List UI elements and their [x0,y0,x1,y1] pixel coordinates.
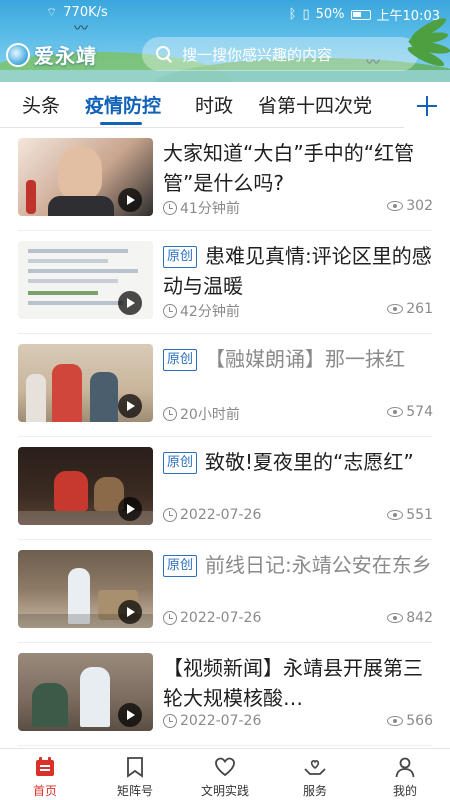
news-item[interactable]: 原创 患难见真情:评论区里的感动与温暖 42分钟前 261 [0,231,450,334]
header-banner: ⌔ 770K/s ᛒ ▯ 50% 上午10:03 〰 〰 爱永靖 搜一搜你感兴趣… [0,0,450,82]
news-thumbnail [18,241,153,319]
banner-water [0,70,450,82]
play-icon [118,703,142,727]
news-meta: 2022-07-26 551 [163,507,433,527]
service-hands-icon [303,755,327,779]
news-title: 【视频新闻】永靖县开展第三轮大规模核酸… [163,656,423,710]
plus-icon [417,96,437,116]
eye-icon [387,510,404,520]
heart-icon [213,755,237,779]
person-icon [393,755,417,779]
news-meta: 41分钟前 302 [163,198,433,218]
news-title: 大家知道“大白”手中的“红管管”是什么吗? [163,141,415,195]
news-title: 原创 前线日记:永靖公安在东乡 [163,550,433,580]
play-icon [118,188,142,212]
news-title: 原创 【融媒朗诵】那一抹红 [163,344,433,374]
nav-label: 服务 [302,784,327,798]
news-item[interactable]: 【视频新闻】永靖县开展第三轮大规模核酸… 2022-07-26 566 [0,643,450,746]
eye-icon [387,304,404,314]
bookmark-icon [123,755,147,779]
play-icon [118,291,142,315]
original-badge: 原创 [163,452,198,474]
active-tab-indicator [100,122,142,125]
eye-icon [387,201,404,211]
view-count: 574 [406,404,433,420]
news-item[interactable]: 大家知道“大白”手中的“红管管”是什么吗? 41分钟前 302 [0,128,450,231]
clock-icon [163,407,177,421]
news-thumbnail [18,138,153,216]
news-meta: 2022-07-26 842 [163,610,433,630]
news-meta: 42分钟前 261 [163,301,433,321]
view-count: 261 [406,301,433,317]
tab-provincial-congress[interactable]: 省第十四次党 [258,91,372,118]
tab-epidemic-control[interactable]: 疫情防控 [85,91,161,118]
play-icon [118,394,142,418]
logo-icon [6,42,30,67]
news-title: 原创 致敬!夏夜里的“志愿红” [163,447,433,477]
news-item[interactable]: 原创 前线日记:永靖公安在东乡 2022-07-26 842 [0,540,450,643]
news-item[interactable]: 原创 致敬!夏夜里的“志愿红” 2022-07-26 551 [0,437,450,540]
logo-text: 爱永靖 [34,44,97,68]
view-count: 302 [406,198,433,214]
original-badge: 原创 [163,555,198,577]
news-time: 41分钟前 [180,201,240,217]
search-bar[interactable]: 搜一搜你感兴趣的内容 [142,37,418,71]
play-icon [118,497,142,521]
wifi-icon: ⌔ [46,5,58,19]
news-thumbnail [18,447,153,525]
news-time: 2022-07-26 [180,507,262,523]
battery-icon [350,9,371,20]
news-title: 原创 患难见真情:评论区里的感动与温暖 [163,244,432,298]
news-thumbnail [18,653,153,731]
bluetooth-icon: ᛒ [288,7,297,22]
tab-headlines[interactable]: 头条 [22,91,60,118]
category-tabs: 头条 疫情防控 时政 省第十四次党 [0,82,450,128]
news-time: 2022-07-26 [180,610,262,626]
clock-icon [163,508,177,522]
clock-icon [163,304,177,318]
original-badge: 原创 [163,349,198,371]
original-badge: 原创 [163,246,198,268]
news-meta: 20小时前 574 [163,404,433,424]
news-time: 42分钟前 [180,304,240,320]
view-count: 551 [406,507,433,523]
vibrate-icon: ▯ [302,7,310,22]
play-icon [118,600,142,624]
view-count: 842 [406,610,433,626]
clock-icon [163,611,177,625]
willow-leaves-decoration [390,8,450,78]
news-thumbnail [18,344,153,422]
clock-icon [163,714,177,728]
nav-label: 我的 [392,784,417,798]
nav-civilization-practice[interactable]: 文明实践 [180,755,270,799]
bottom-navigation: 首页 矩阵号 文明实践 服务 我的 [0,748,450,800]
clock-icon [163,201,177,215]
home-icon [33,755,57,779]
nav-home[interactable]: 首页 [0,755,90,799]
battery-percent: 50% [315,7,345,22]
eye-icon [387,716,404,726]
search-placeholder: 搜一搜你感兴趣的内容 [182,45,333,64]
nav-label: 首页 [32,784,57,798]
app-logo: 爱永靖 [6,40,97,69]
status-bar: ⌔ 770K/s ᛒ ▯ 50% 上午10:03 [0,0,450,26]
nav-matrix[interactable]: 矩阵号 [90,755,180,799]
nav-label: 矩阵号 [116,784,153,798]
add-channel-button[interactable] [404,84,450,128]
eye-icon [387,613,404,623]
nav-label: 文明实践 [200,784,249,798]
nav-service[interactable]: 服务 [270,755,360,799]
news-time: 20小时前 [180,407,240,423]
search-icon [156,46,172,62]
eye-icon [387,407,404,417]
news-time: 2022-07-26 [180,713,262,729]
view-count: 566 [406,713,433,729]
news-item[interactable]: 原创 【融媒朗诵】那一抹红 20小时前 574 [0,334,450,437]
bird-icon: 〰 [74,21,88,37]
news-thumbnail [18,550,153,628]
nav-mine[interactable]: 我的 [360,755,450,799]
tab-politics[interactable]: 时政 [195,91,233,118]
news-meta: 2022-07-26 566 [163,713,433,733]
